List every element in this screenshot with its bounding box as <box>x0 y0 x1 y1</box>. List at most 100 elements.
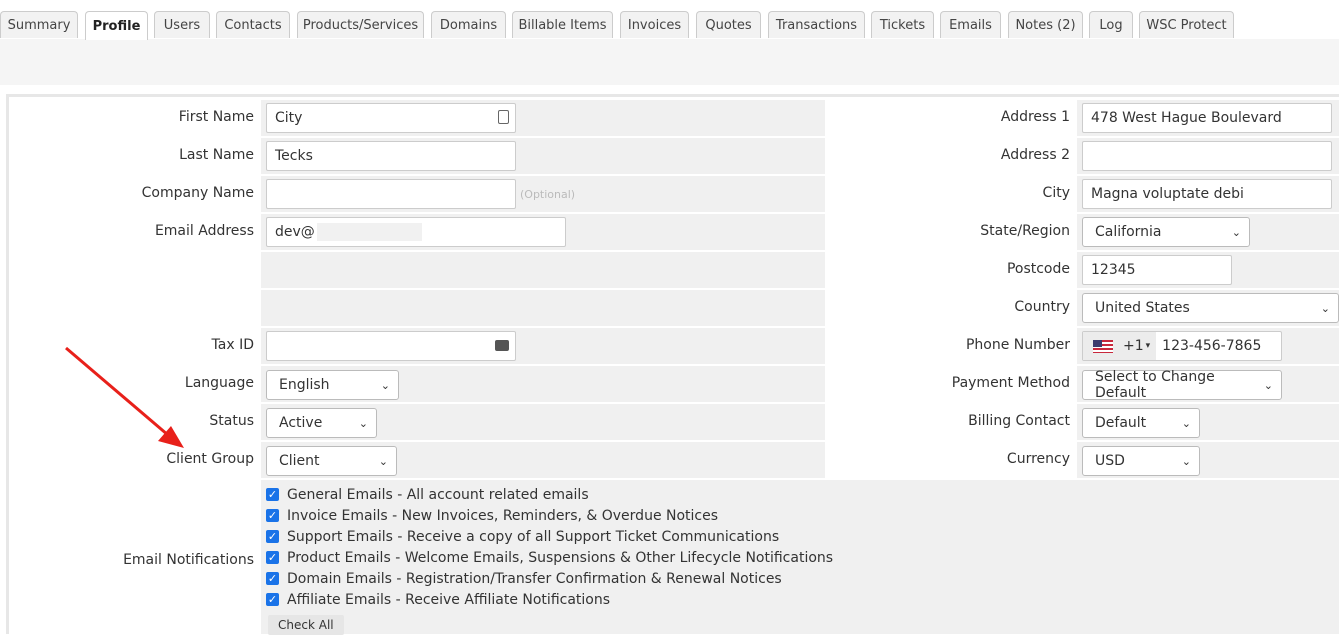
address1-field[interactable]: 478 West Hague Boulevard <box>1082 103 1332 133</box>
field-cell <box>261 290 825 326</box>
checkbox-checked-icon: ✓ <box>266 509 279 522</box>
tab-transactions[interactable]: Transactions <box>768 11 865 38</box>
toolbar-area <box>0 39 1339 85</box>
email-value: dev@ <box>275 224 315 240</box>
postcode-label: Postcode <box>1006 261 1070 277</box>
tab-invoices[interactable]: Invoices <box>620 11 689 38</box>
notification-checkbox-domain[interactable]: ✓ Domain Emails - Registration/Transfer C… <box>266 568 833 589</box>
city-value: Magna voluptate debi <box>1091 186 1244 202</box>
check-all-button[interactable]: Check All <box>268 615 344 635</box>
optional-hint: (Optional) <box>520 188 576 201</box>
tab-wsc-protect[interactable]: WSC Protect <box>1139 11 1234 38</box>
client-group-value: Client <box>279 453 320 469</box>
chevron-down-icon: ⌄ <box>1181 455 1191 468</box>
chevron-down-icon: ⌄ <box>1181 417 1191 430</box>
last-name-field[interactable]: Tecks <box>266 141 516 171</box>
notification-label: Affiliate Emails - Receive Affiliate Not… <box>287 591 611 608</box>
last-name-value: Tecks <box>275 148 313 164</box>
notification-label: Domain Emails - Registration/Transfer Co… <box>287 570 782 587</box>
chevron-down-icon: ⌄ <box>358 417 368 430</box>
company-name-field[interactable] <box>266 179 516 209</box>
currency-select[interactable]: USD ⌄ <box>1082 446 1200 476</box>
state-select[interactable]: California ⌄ <box>1082 217 1250 247</box>
status-select[interactable]: Active ⌄ <box>266 408 377 438</box>
last-name-label: Last Name <box>179 147 254 163</box>
city-field[interactable]: Magna voluptate debi <box>1082 179 1332 209</box>
notification-checkbox-invoice[interactable]: ✓ Invoice Emails - New Invoices, Reminder… <box>266 505 833 526</box>
client-group-select[interactable]: Client ⌄ <box>266 446 397 476</box>
tab-quotes[interactable]: Quotes <box>696 11 761 38</box>
first-name-label: First Name <box>178 109 254 125</box>
postcode-value: 12345 <box>1091 262 1136 278</box>
status-value: Active <box>279 415 323 431</box>
checkbox-checked-icon: ✓ <box>266 551 279 564</box>
country-value: United States <box>1095 300 1190 316</box>
tab-notes[interactable]: Notes (2) <box>1008 11 1083 38</box>
tab-summary[interactable]: Summary <box>0 11 78 38</box>
billing-contact-label: Billing Contact <box>968 413 1070 429</box>
company-name-label: Company Name <box>141 185 254 201</box>
field-cell <box>261 252 825 288</box>
tab-domains[interactable]: Domains <box>431 11 506 38</box>
postcode-field[interactable]: 12345 <box>1082 255 1232 285</box>
language-select[interactable]: English ⌄ <box>266 370 399 400</box>
currency-value: USD <box>1095 453 1125 469</box>
phone-field[interactable]: +1 ▾ 123-456-7865 <box>1082 331 1282 361</box>
tax-id-field[interactable] <box>266 331 516 361</box>
state-value: California <box>1095 224 1162 240</box>
checkbox-checked-icon: ✓ <box>266 572 279 585</box>
billing-contact-select[interactable]: Default ⌄ <box>1082 408 1200 438</box>
notification-checkbox-product[interactable]: ✓ Product Emails - Welcome Emails, Suspen… <box>266 547 833 568</box>
phone-label: Phone Number <box>965 337 1070 353</box>
notification-label: Invoice Emails - New Invoices, Reminders… <box>287 507 719 524</box>
first-name-field[interactable]: City <box>266 103 516 133</box>
tab-emails[interactable]: Emails <box>940 11 1001 38</box>
email-notifications-list: ✓ General Emails - All account related em… <box>266 484 833 610</box>
payment-method-select[interactable]: Select to Change Default ⌄ <box>1082 369 1282 401</box>
chevron-down-icon: ⌄ <box>1320 302 1330 315</box>
address1-label: Address 1 <box>1000 109 1070 125</box>
phone-value: 123-456-7865 <box>1162 338 1262 354</box>
tab-products-services[interactable]: Products/Services <box>297 11 424 38</box>
country-label: Country <box>1014 299 1070 315</box>
tab-billable-items[interactable]: Billable Items <box>512 11 613 38</box>
chevron-down-icon: ⌄ <box>1231 226 1241 239</box>
email-field[interactable]: dev@ <box>266 217 566 247</box>
checkbox-checked-icon: ✓ <box>266 488 279 501</box>
address2-field[interactable] <box>1082 141 1332 171</box>
tab-log[interactable]: Log <box>1089 11 1133 38</box>
notification-label: Support Emails - Receive a copy of all S… <box>287 528 780 545</box>
tab-tickets[interactable]: Tickets <box>871 11 934 38</box>
notification-checkbox-affiliate[interactable]: ✓ Affiliate Emails - Receive Affiliate No… <box>266 589 833 610</box>
address2-label: Address 2 <box>1000 147 1070 163</box>
checkbox-checked-icon: ✓ <box>266 593 279 606</box>
redacted-block <box>316 223 422 241</box>
keypad-icon <box>495 340 509 351</box>
email-label: Email Address <box>154 223 254 239</box>
notification-checkbox-support[interactable]: ✓ Support Emails - Receive a copy of all … <box>266 526 833 547</box>
email-notifications-label: Email Notifications <box>123 552 254 568</box>
notification-label: General Emails - All account related ema… <box>287 486 589 503</box>
tab-profile[interactable]: Profile <box>85 11 148 40</box>
first-name-value: City <box>275 110 303 126</box>
payment-method-label: Payment Method <box>951 375 1070 391</box>
annotation-arrow <box>65 346 184 448</box>
language-value: English <box>279 377 330 393</box>
notification-label: Product Emails - Welcome Emails, Suspens… <box>287 549 834 566</box>
country-select[interactable]: United States ⌄ <box>1082 293 1339 323</box>
checkbox-checked-icon: ✓ <box>266 530 279 543</box>
address1-value: 478 West Hague Boulevard <box>1091 110 1282 126</box>
state-label: State/Region <box>980 223 1070 239</box>
contact-card-icon <box>498 110 509 124</box>
notification-checkbox-general[interactable]: ✓ General Emails - All account related em… <box>266 484 833 505</box>
chevron-down-icon: ⌄ <box>380 379 390 392</box>
city-label: City <box>1042 185 1070 201</box>
phone-country-code: +1 <box>1123 338 1144 354</box>
country-code-picker[interactable]: +1 ▾ <box>1083 332 1157 360</box>
payment-method-value: Select to Change Default <box>1095 369 1215 401</box>
chevron-down-icon: ⌄ <box>378 455 388 468</box>
billing-contact-value: Default <box>1095 415 1147 431</box>
tab-users[interactable]: Users <box>154 11 210 38</box>
tab-contacts[interactable]: Contacts <box>216 11 290 38</box>
tab-bar: Summary Profile Users Contacts Products/… <box>0 11 1339 40</box>
